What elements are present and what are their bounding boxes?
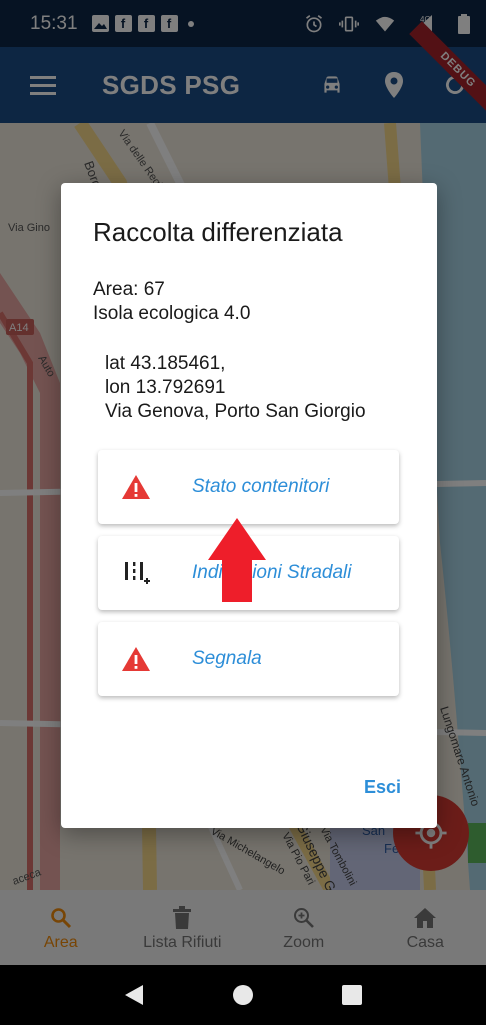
latitude-text: lat 43.185461, xyxy=(105,353,226,374)
back-icon[interactable] xyxy=(123,983,145,1007)
area-number: Area: 67 xyxy=(93,279,165,300)
segnala-label: Segnala xyxy=(192,648,262,669)
home-circle-icon[interactable] xyxy=(231,983,255,1007)
stato-contenitori-label: Stato contenitori xyxy=(192,476,330,497)
esci-button[interactable]: Esci xyxy=(364,777,401,798)
area-info-dialog: Raccolta differenziata Area: 67 Isola ec… xyxy=(61,183,437,828)
dialog-coordinates: lat 43.185461, lon 13.792691 Via Genova,… xyxy=(105,352,405,424)
dialog-title: Raccolta differenziata xyxy=(93,217,343,247)
segnala-button[interactable]: Segnala xyxy=(98,622,399,696)
warning-icon xyxy=(122,647,150,671)
warning-icon xyxy=(122,475,150,499)
system-navigation-bar xyxy=(0,965,486,1025)
longitude-text: lon 13.792691 xyxy=(105,377,226,398)
recents-icon[interactable] xyxy=(341,984,363,1006)
isola-ecologica-name: Isola ecologica 4.0 xyxy=(93,303,251,324)
stato-contenitori-button[interactable]: Stato contenitori xyxy=(98,450,399,524)
app-screen: Borgo Via delle Regioni Via Gino A14 Aut… xyxy=(0,0,486,1025)
dialog-area-info: Area: 67 Isola ecologica 4.0 xyxy=(93,278,405,326)
directions-icon xyxy=(125,562,150,584)
red-arrow-annotation xyxy=(208,518,266,602)
address-text: Via Genova, Porto San Giorgio xyxy=(105,401,366,422)
